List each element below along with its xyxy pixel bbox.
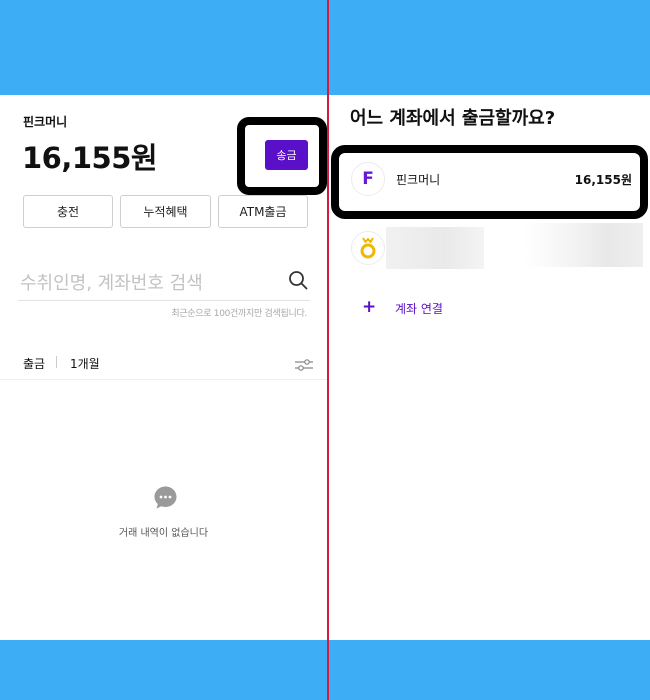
search-icon[interactable] [288,270,308,290]
charge-button[interactable]: 충전 [23,195,113,228]
link-account-button[interactable]: 계좌 연결 [395,300,443,317]
search-note: 최근순으로 100건까지만 검색됩니다. [171,309,307,319]
bank-logo-icon[interactable] [351,231,385,265]
send-button[interactable]: 송금 [265,140,308,170]
account-item-pinkmoney[interactable]: F 핀크머니 16,155원 [339,153,642,209]
wallet-balance: 16,155원 [22,141,158,175]
masked-account-info [386,227,484,269]
account-question: 어느 계좌에서 출금할까요? [350,108,556,129]
empty-state-text: 거래 내역이 없습니다 [118,528,209,539]
filter-icon[interactable] [294,358,314,372]
chat-bubble-icon [154,486,177,509]
plus-icon[interactable]: + [362,297,376,317]
filter-type[interactable]: 출금 [23,355,45,372]
filter-period[interactable]: 1개월 [70,355,100,372]
atm-withdraw-button[interactable]: ATM출금 [218,195,308,228]
pinkmoney-logo-letter: F [362,169,374,189]
account-name: 핀크머니 [396,173,441,187]
masked-account-amount [525,223,643,267]
account-amount: 16,155원 [574,173,632,187]
account-select-panel: 어느 계좌에서 출금할까요? F 핀크머니 16,155원 + 계좌 연결 [329,95,650,640]
search-placeholder: 수취인명, 계좌번호 검색 [20,273,203,294]
filter-separator [56,356,57,368]
pinkmoney-logo-icon: F [351,162,385,196]
bank-emblem-icon [360,237,376,259]
wallet-name: 핀크머니 [23,115,68,129]
wallet-panel: 핀크머니 16,155원 송금 충전 누적혜택 ATM출금 수취인명, 계좌번호… [0,95,327,640]
filter-bar: 출금 1개월 [0,350,327,380]
search-input[interactable]: 수취인명, 계좌번호 검색 [18,265,310,301]
benefit-button[interactable]: 누적혜택 [120,195,211,228]
